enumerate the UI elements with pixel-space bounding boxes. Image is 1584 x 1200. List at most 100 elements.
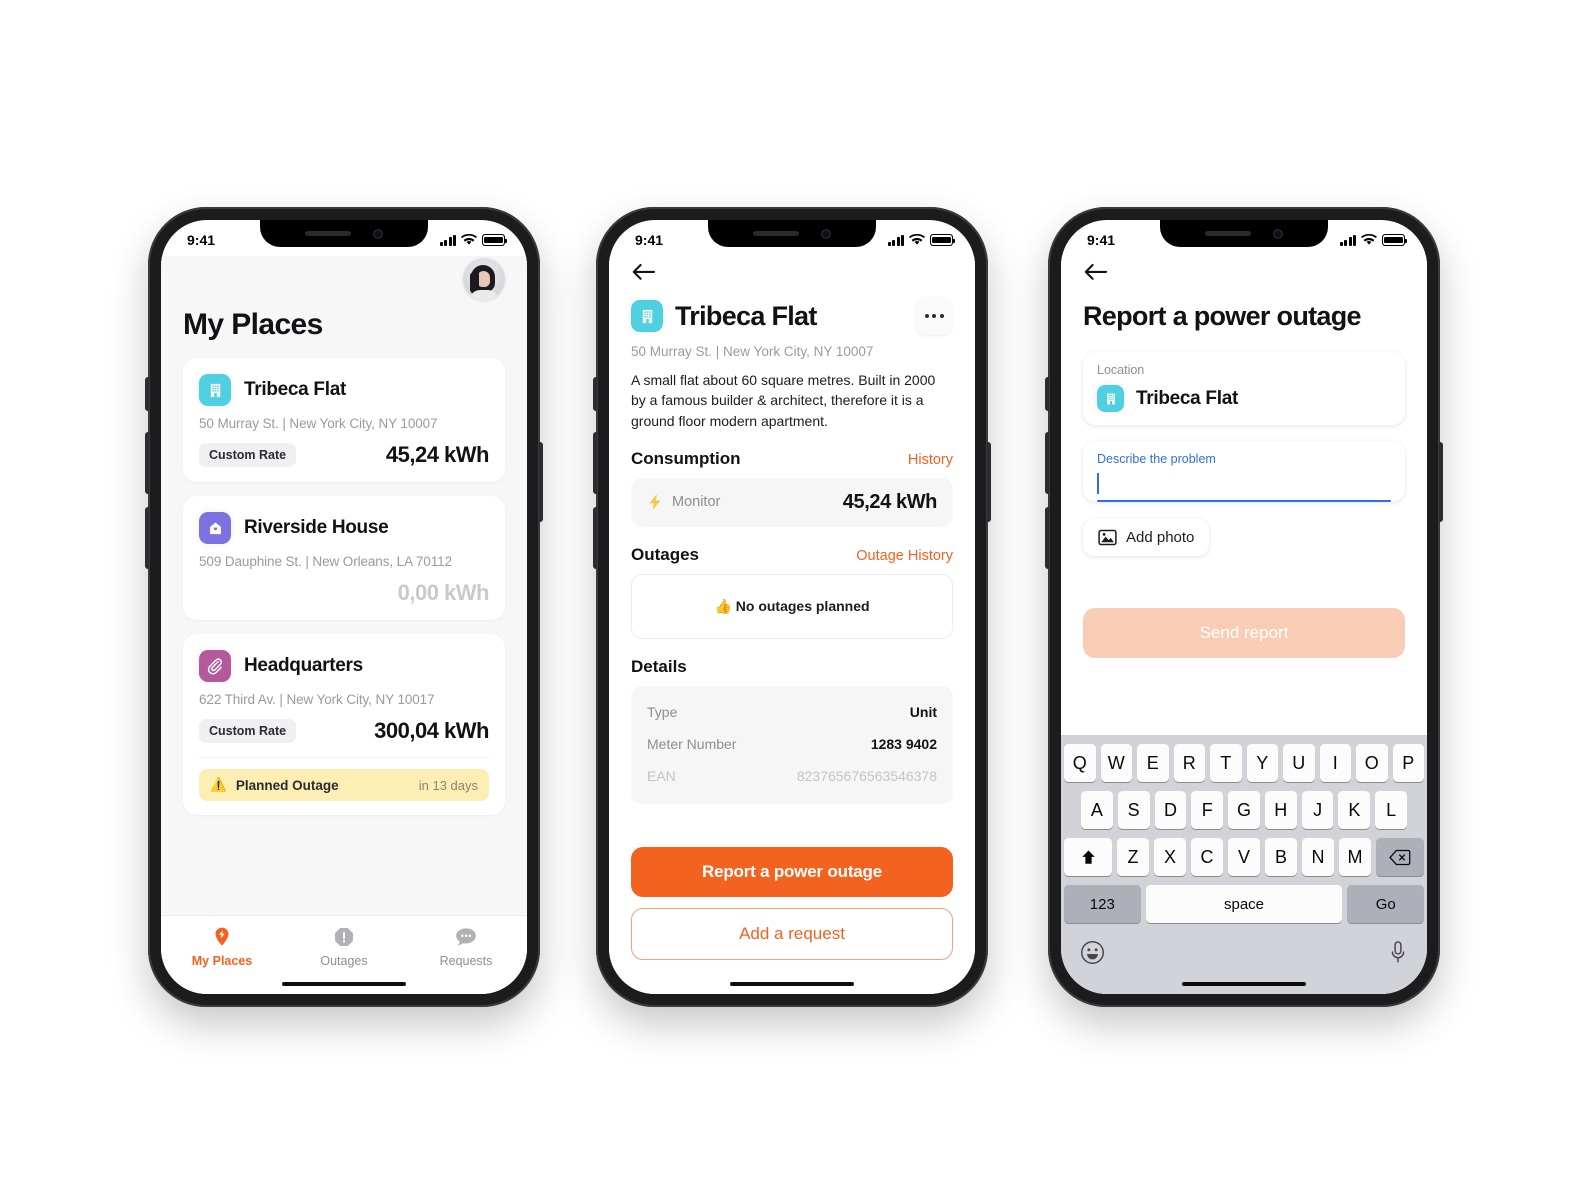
places-list: Tribeca Flat 50 Murray St. | New York Ci… <box>161 358 527 815</box>
battery-icon <box>930 234 956 246</box>
keyboard-row-4: 123 space Go <box>1064 885 1424 923</box>
status-indicators <box>887 234 956 246</box>
volume-down-button[interactable] <box>1045 507 1049 569</box>
tab-label: Requests <box>439 954 493 968</box>
lightning-bolt-icon <box>649 494 661 511</box>
place-name: Tribeca Flat <box>244 379 346 400</box>
key-z[interactable]: Z <box>1117 838 1149 876</box>
tab-outages[interactable]: Outages <box>283 925 405 968</box>
back-button[interactable] <box>1083 256 1405 297</box>
microphone-icon[interactable] <box>1388 940 1408 970</box>
alert-octagon-icon <box>335 928 353 946</box>
key-t[interactable]: T <box>1210 744 1242 782</box>
status-indicators <box>1339 234 1408 246</box>
key-r[interactable]: R <box>1173 744 1205 782</box>
screenshot-canvas: 9:41 My Places Tribeca Flat 50 Murray St… <box>0 0 1584 1200</box>
signal-bars-icon <box>439 234 456 246</box>
detail-value: Unit <box>909 703 937 720</box>
key-a[interactable]: A <box>1080 791 1113 829</box>
key-n[interactable]: N <box>1302 838 1334 876</box>
key-i[interactable]: I <box>1319 744 1351 782</box>
keyboard-footer <box>1064 932 1424 974</box>
page-title: My Places <box>183 308 323 341</box>
volume-up-button[interactable] <box>145 432 149 494</box>
key-b[interactable]: B <box>1265 838 1297 876</box>
key-e[interactable]: E <box>1137 744 1169 782</box>
go-key[interactable]: Go <box>1347 885 1424 923</box>
key-d[interactable]: D <box>1154 791 1187 829</box>
key-h[interactable]: H <box>1264 791 1297 829</box>
my-places-screen: My Places Tribeca Flat 50 Murray St. | N… <box>161 256 527 994</box>
back-arrow-icon <box>1084 263 1108 280</box>
key-p[interactable]: P <box>1392 744 1424 782</box>
more-options-icon[interactable] <box>915 297 953 335</box>
place-name: Riverside House <box>244 517 389 538</box>
location-field[interactable]: Location Tribeca Flat <box>1083 352 1405 425</box>
key-y[interactable]: Y <box>1246 744 1278 782</box>
list-item[interactable]: Tribeca Flat 50 Murray St. | New York Ci… <box>183 358 505 482</box>
key-u[interactable]: U <box>1283 744 1315 782</box>
history-link[interactable]: History <box>908 452 953 468</box>
key-x[interactable]: X <box>1154 838 1186 876</box>
status-time: 9:41 <box>187 232 216 248</box>
key-q[interactable]: Q <box>1064 744 1096 782</box>
home-indicator <box>161 974 527 994</box>
home-indicator <box>631 974 953 994</box>
consumption-monitor-row[interactable]: Monitor 45,24 kWh <box>631 477 953 527</box>
back-arrow-icon <box>632 263 656 280</box>
key-w[interactable]: W <box>1100 744 1132 782</box>
numbers-key[interactable]: 123 <box>1064 885 1141 923</box>
place-address: 622 Third Av. | New York City, NY 10017 <box>199 692 435 707</box>
section-title-outages: Outages <box>631 544 700 564</box>
add-photo-button[interactable]: Add photo <box>1083 519 1210 557</box>
volume-up-button[interactable] <box>593 432 597 494</box>
back-button[interactable] <box>631 256 953 297</box>
key-k[interactable]: K <box>1338 791 1371 829</box>
thumbs-up-icon: 👍 <box>714 597 732 614</box>
consumption-value: 0,00 kWh <box>397 580 490 605</box>
key-m[interactable]: M <box>1339 838 1371 876</box>
field-label: Location <box>1097 363 1145 377</box>
section-title-consumption: Consumption <box>631 448 741 468</box>
chat-bubble-icon <box>456 928 476 946</box>
signal-bars-icon <box>1339 234 1356 246</box>
outage-history-link[interactable]: Outage History <box>856 548 953 564</box>
outage-label: Planned Outage <box>235 777 339 793</box>
details-table: Type Unit Meter Number 1283 9402 EAN 823… <box>631 685 953 804</box>
detail-key: EAN <box>647 767 676 784</box>
add-request-button[interactable]: Add a request <box>631 908 953 960</box>
wifi-icon <box>1361 234 1377 245</box>
key-f[interactable]: F <box>1191 791 1224 829</box>
key-l[interactable]: L <box>1375 791 1408 829</box>
detail-key: Type <box>647 703 678 720</box>
shift-icon[interactable] <box>1064 838 1112 876</box>
emoji-icon[interactable] <box>1080 940 1105 970</box>
avatar[interactable] <box>463 258 505 300</box>
list-item[interactable]: Headquarters 622 Third Av. | New York Ci… <box>183 634 505 815</box>
send-report-button[interactable]: Send report <box>1083 608 1405 659</box>
key-o[interactable]: O <box>1356 744 1388 782</box>
house-icon <box>199 512 231 544</box>
report-power-outage-button[interactable]: Report a power outage <box>631 847 953 897</box>
key-v[interactable]: V <box>1228 838 1260 876</box>
volume-up-button[interactable] <box>1045 432 1049 494</box>
status-time: 9:41 <box>635 232 664 248</box>
planned-outage-banner[interactable]: ⚠️ Planned Outage in 13 days <box>199 769 489 801</box>
key-g[interactable]: G <box>1228 791 1260 829</box>
describe-problem-field[interactable]: Describe the problem <box>1083 441 1405 503</box>
tab-my-places[interactable]: My Places <box>161 925 283 968</box>
key-s[interactable]: S <box>1117 791 1150 829</box>
phone-mockup-place-details: 9:41 Tribeca Flat 50 Murray St. | New Yo… <box>593 207 991 1007</box>
key-j[interactable]: J <box>1301 791 1334 829</box>
tab-requests[interactable]: Requests <box>405 925 527 968</box>
volume-down-button[interactable] <box>145 507 149 569</box>
list-item[interactable]: Riverside House 509 Dauphine St. | New O… <box>183 496 505 620</box>
space-key[interactable]: space <box>1145 885 1343 923</box>
key-c[interactable]: C <box>1191 838 1223 876</box>
battery-icon <box>482 234 508 246</box>
volume-down-button[interactable] <box>593 507 597 569</box>
place-name: Headquarters <box>244 655 363 676</box>
outage-eta: in 13 days <box>418 777 478 793</box>
backspace-icon[interactable] <box>1376 838 1424 876</box>
focus-underline <box>1097 500 1391 503</box>
